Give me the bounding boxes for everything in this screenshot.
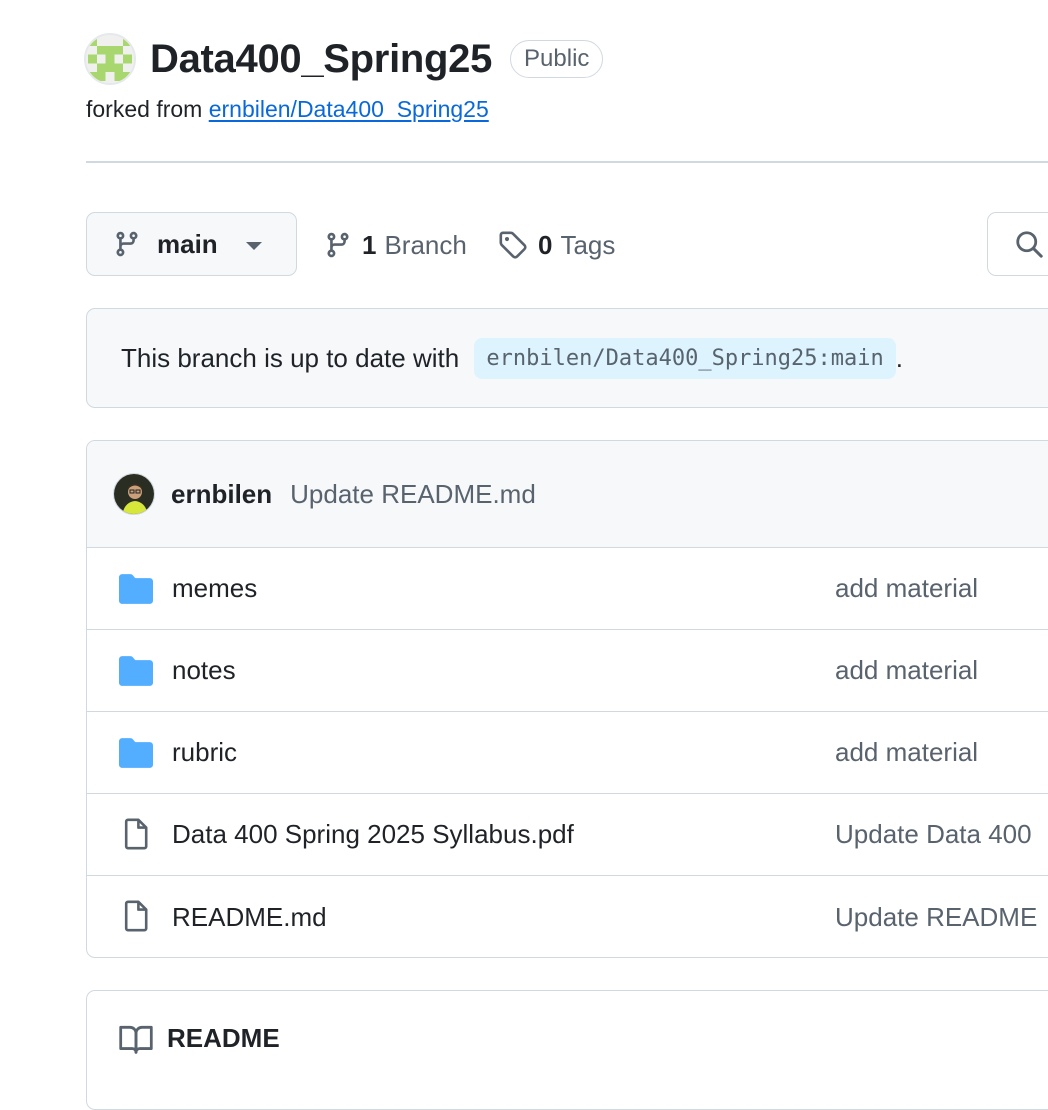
file-name[interactable]: README.md xyxy=(172,902,327,933)
file-icon xyxy=(124,900,148,932)
git-branch-icon xyxy=(116,231,138,257)
visibility-badge: Public xyxy=(510,40,604,78)
banner-text: This branch is up to date with xyxy=(121,342,467,373)
file-name[interactable]: memes xyxy=(172,573,257,604)
banner-period: . xyxy=(895,342,903,373)
file-row[interactable]: Data 400 Spring 2025 Syllabus.pdf Update… xyxy=(87,794,1048,876)
commit-author[interactable]: ernbilen xyxy=(171,479,272,510)
file-name[interactable]: notes xyxy=(172,655,236,686)
fork-source-link[interactable]: ernbilen/Data400_Spring25 xyxy=(209,96,489,122)
file-icon xyxy=(124,818,148,850)
git-branch-icon xyxy=(327,232,349,258)
file-row[interactable]: notes add material xyxy=(87,630,1048,712)
branch-status-banner: This branch is up to date with ernbilen/… xyxy=(86,308,1048,408)
file-commit-message[interactable]: Update Data 400 xyxy=(835,819,1032,850)
readme-title[interactable]: README xyxy=(167,1023,280,1054)
file-browser: ernbilen Update README.md memes add mate… xyxy=(86,440,1048,958)
folder-icon xyxy=(119,574,153,604)
tags-link[interactable]: 0 Tags xyxy=(498,226,615,264)
latest-commit-bar: ernbilen Update README.md xyxy=(87,441,1048,548)
branch-selector-button[interactable]: main xyxy=(86,212,297,276)
book-icon xyxy=(119,1025,153,1054)
identicon-icon xyxy=(88,37,132,81)
chevron-down-icon xyxy=(246,242,262,250)
file-row[interactable]: rubric add material xyxy=(87,712,1048,794)
file-name[interactable]: rubric xyxy=(172,737,237,768)
folder-icon xyxy=(119,656,153,686)
file-row[interactable]: memes add material xyxy=(87,548,1048,630)
branch-name: main xyxy=(157,228,218,259)
search-icon xyxy=(1016,231,1043,258)
avatar[interactable] xyxy=(84,33,136,85)
branches-link[interactable]: 1 Branch xyxy=(324,226,467,264)
avatar[interactable] xyxy=(113,473,155,515)
branches-count: 1 xyxy=(362,229,377,260)
repo-title[interactable]: Data400_Spring25 xyxy=(150,37,492,82)
file-commit-message[interactable]: add material xyxy=(835,655,978,686)
tag-icon xyxy=(499,231,527,259)
tags-count: 0 xyxy=(538,229,553,260)
file-commit-message[interactable]: add material xyxy=(835,737,978,768)
tags-label: Tags xyxy=(560,229,616,260)
file-commit-message[interactable]: add material xyxy=(835,573,978,604)
readme-panel: README xyxy=(86,990,1048,1110)
commit-message[interactable]: Update README.md xyxy=(290,479,536,510)
file-name[interactable]: Data 400 Spring 2025 Syllabus.pdf xyxy=(172,819,574,850)
folder-icon xyxy=(119,738,153,768)
go-to-file-search[interactable] xyxy=(987,212,1048,276)
repo-header: Data400_Spring25 Public xyxy=(84,32,604,86)
fork-info: forked from ernbilen/Data400_Spring25 xyxy=(86,96,489,123)
fork-prefix: forked from xyxy=(86,96,209,122)
user-avatar-icon xyxy=(114,474,154,514)
file-commit-message[interactable]: Update README xyxy=(835,902,1037,933)
upstream-ref-link[interactable]: ernbilen/Data400_Spring25:main xyxy=(474,337,896,379)
readme-header: README xyxy=(119,1023,280,1054)
header-divider xyxy=(86,161,1048,163)
file-row[interactable]: README.md Update README xyxy=(87,876,1048,957)
branches-label: Branch xyxy=(384,229,467,260)
